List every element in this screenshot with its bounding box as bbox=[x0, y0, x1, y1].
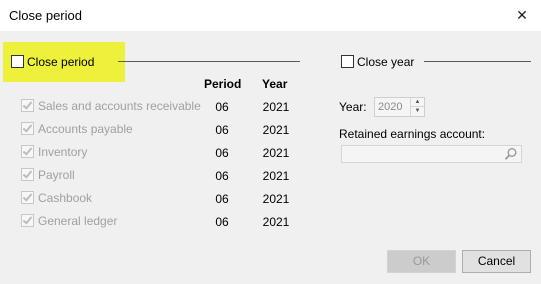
row-period: 06 bbox=[215, 123, 229, 137]
retained-earnings-field[interactable] bbox=[341, 145, 522, 163]
close-year-label[interactable]: Close year bbox=[357, 55, 414, 69]
row-label: Accounts payable bbox=[38, 122, 133, 136]
row-year: 2021 bbox=[262, 146, 290, 160]
row-checkbox[interactable] bbox=[21, 214, 34, 227]
row-period: 06 bbox=[215, 100, 229, 114]
search-icon[interactable] bbox=[504, 147, 518, 161]
row-period: 06 bbox=[215, 146, 229, 160]
period-column-header: Period bbox=[204, 77, 242, 91]
close-period-divider bbox=[118, 61, 300, 62]
row-year: 2021 bbox=[262, 123, 290, 137]
close-period-label[interactable]: Close period bbox=[27, 55, 94, 69]
row-period: 06 bbox=[215, 169, 229, 183]
row-label: General ledger bbox=[38, 214, 118, 228]
row-checkbox[interactable] bbox=[21, 99, 34, 112]
row-year: 2021 bbox=[262, 215, 290, 229]
row-checkbox[interactable] bbox=[21, 191, 34, 204]
row-label: Sales and accounts receivable bbox=[38, 99, 201, 113]
dialog-body: Close period Close year Period Year Sale… bbox=[0, 31, 541, 284]
spin-down-icon[interactable]: ▼ bbox=[411, 107, 424, 116]
row-checkbox[interactable] bbox=[21, 168, 34, 181]
spin-up-icon[interactable]: ▲ bbox=[411, 98, 424, 107]
year-value[interactable]: 2020 bbox=[378, 101, 402, 113]
ok-button[interactable]: OK bbox=[387, 250, 456, 273]
row-period: 06 bbox=[215, 215, 229, 229]
title-bar: Close period ✕ bbox=[0, 0, 541, 31]
close-period-checkbox[interactable] bbox=[11, 55, 24, 68]
year-spinner[interactable]: 2020 ▲ ▼ bbox=[374, 97, 425, 117]
year-column-header: Year bbox=[262, 77, 288, 91]
close-icon[interactable]: ✕ bbox=[511, 5, 533, 25]
row-year: 2021 bbox=[262, 192, 290, 206]
row-checkbox[interactable] bbox=[21, 122, 34, 135]
close-year-divider bbox=[424, 61, 531, 62]
year-label: Year: bbox=[339, 100, 367, 114]
row-checkbox[interactable] bbox=[21, 145, 34, 158]
row-year: 2021 bbox=[262, 169, 290, 183]
close-year-checkbox[interactable] bbox=[341, 55, 354, 68]
window-title: Close period bbox=[9, 8, 82, 23]
row-period: 06 bbox=[215, 192, 229, 206]
cancel-button[interactable]: Cancel bbox=[462, 250, 531, 273]
row-label: Cashbook bbox=[38, 191, 93, 205]
row-label: Payroll bbox=[38, 168, 75, 182]
year-spinner-buttons: ▲ ▼ bbox=[410, 98, 424, 116]
row-year: 2021 bbox=[262, 100, 290, 114]
row-label: Inventory bbox=[38, 145, 88, 159]
retained-earnings-label: Retained earnings account: bbox=[339, 127, 486, 141]
